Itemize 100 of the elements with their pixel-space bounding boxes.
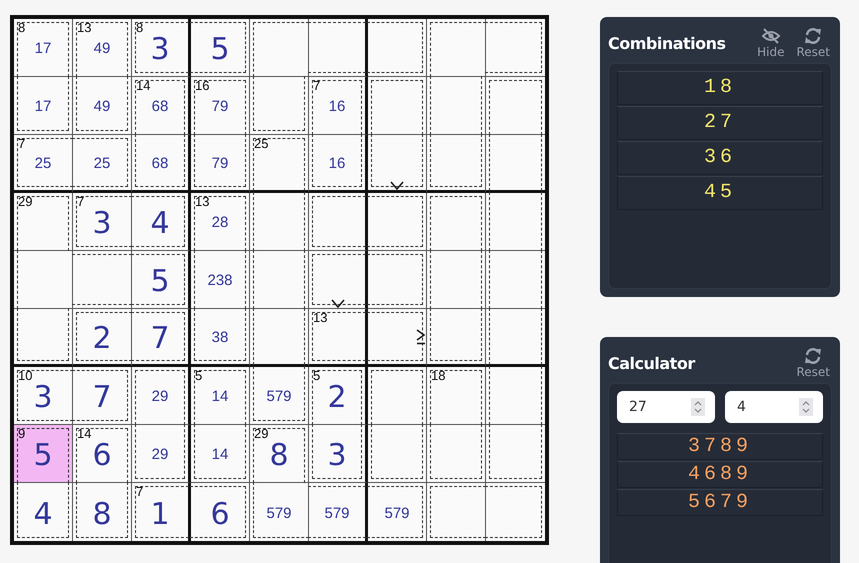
grid-cell[interactable]: 14 6 (73, 425, 132, 483)
grid-cell[interactable]: 3 (309, 425, 368, 483)
cell-value: 7 (92, 380, 112, 415)
grid-cell[interactable]: 16 (309, 135, 368, 193)
grid-cell[interactable] (368, 309, 427, 367)
grid-cell[interactable]: 25 (250, 135, 309, 193)
number-input[interactable]: 27 (617, 391, 715, 423)
grid-cell[interactable]: 10 3 (14, 367, 73, 425)
grid-cell[interactable]: 29 (132, 425, 191, 483)
cell-value: 2 (92, 321, 112, 356)
grid-cell[interactable]: 5 (191, 19, 250, 77)
cell-value: 2 (327, 380, 347, 415)
candidate-digits: 17 (34, 40, 52, 57)
cage-sum: 13 (313, 311, 328, 324)
grid-cell[interactable]: 29 (14, 193, 73, 251)
grid-cell[interactable]: 579 (250, 483, 309, 541)
grid-cell[interactable]: 29 (132, 367, 191, 425)
cell-value: 8 (92, 496, 112, 532)
grid-cell[interactable]: 7 (132, 309, 191, 367)
combination-row[interactable]: 36 (617, 141, 823, 175)
grid-cell[interactable]: 14 68 (132, 77, 191, 135)
grid-cell[interactable]: 14 (191, 425, 250, 483)
cage-sum: 5 (313, 369, 320, 382)
grid-cell[interactable] (427, 309, 486, 367)
candidate-digits: 25 (34, 155, 52, 172)
grid-cell[interactable]: 2 (73, 309, 132, 367)
grid-cell[interactable]: 7 1 (132, 483, 191, 541)
candidate-digits: 579 (384, 504, 410, 522)
hide-button[interactable]: Hide (755, 28, 786, 58)
grid-cell[interactable]: 5 2 (309, 367, 368, 425)
grid-cell[interactable] (14, 309, 73, 367)
cell-value: 5 (210, 32, 230, 67)
grid-cell[interactable]: 29 8 (250, 425, 309, 483)
grid-cell[interactable]: 13 28 (191, 193, 250, 251)
candidate-digits: 14 (212, 446, 228, 463)
result-row[interactable]: 4689 (617, 461, 823, 488)
grid-cell[interactable]: 579 (309, 483, 368, 541)
grid-cell[interactable]: 579 (250, 367, 309, 425)
grid-cell[interactable]: 8 (73, 483, 132, 541)
cage-sum: 10 (18, 369, 32, 382)
candidate-digits: 238 (207, 272, 233, 289)
greater-equal-icon (416, 329, 426, 345)
panel-title: Calculator (608, 354, 696, 372)
grid-cell[interactable] (14, 251, 73, 309)
grid-cell[interactable]: 7 25 (14, 135, 73, 193)
grid-cell[interactable] (427, 135, 486, 193)
candidate-digits: 79 (212, 155, 228, 172)
grid-cell[interactable]: 13 (309, 309, 368, 367)
grid-cell[interactable]: 25 (73, 135, 132, 193)
reset-button[interactable]: Reset (794, 28, 832, 58)
result-row[interactable]: 3789 (617, 433, 823, 460)
candidate-digits: 38 (212, 329, 228, 346)
cage-sum: 8 (18, 21, 26, 34)
cell-value: 5 (33, 438, 53, 473)
grid-cell[interactable]: 79 (191, 135, 250, 193)
cell-value: 7 (150, 321, 170, 356)
candidate-digits: 579 (324, 504, 350, 522)
cage-sum: 7 (77, 195, 84, 208)
combination-row[interactable]: 27 (617, 106, 823, 140)
grid-cell[interactable]: 38 (191, 309, 250, 367)
grid-cell[interactable]: 7 3 (73, 193, 132, 251)
candidate-digits: 29 (152, 446, 168, 463)
spinner-icon[interactable] (799, 398, 813, 416)
grid-cell[interactable]: 4 (14, 483, 73, 541)
candidate-digits: 17 (34, 98, 52, 115)
cage-sum: 29 (254, 427, 268, 440)
grid-cell[interactable] (368, 135, 427, 193)
candidate-digits: 49 (94, 98, 110, 115)
grid-cell[interactable]: 13 49 (73, 19, 132, 77)
cage-sum: 13 (77, 21, 92, 34)
refresh-icon (804, 28, 822, 44)
grid-cell[interactable]: 7 (73, 367, 132, 425)
panel-title: Combinations (608, 34, 727, 52)
cell-value: 8 (269, 438, 289, 473)
result-row[interactable]: 5679 (617, 489, 823, 516)
combination-row[interactable]: 18 (617, 71, 823, 105)
grid-cell[interactable]: 8 3 (132, 19, 191, 77)
combination-row[interactable]: 45 (617, 176, 823, 210)
cage-sum: 9 (18, 427, 26, 440)
grid-cell[interactable]: 49 (73, 77, 132, 135)
cage-sum: 14 (136, 79, 150, 92)
grid-cell[interactable]: 16 79 (191, 77, 250, 135)
reset-button[interactable]: Reset (794, 348, 832, 378)
grid-cell[interactable]: 238 (191, 251, 250, 309)
candidate-digits: 16 (328, 98, 346, 115)
cage-sum: 18 (431, 369, 446, 382)
grid-cell[interactable]: 579 (368, 483, 427, 541)
grid-cell[interactable]: 4 (132, 193, 191, 251)
grid-cell[interactable]: 68 (132, 135, 191, 193)
grid-cell[interactable]: 9 5 (14, 425, 73, 483)
number-input[interactable]: 4 (725, 391, 823, 423)
grid-cell[interactable]: 5 14 (191, 367, 250, 425)
grid-cell[interactable]: 6 (191, 483, 250, 541)
grid-cell[interactable]: 8 17 (14, 19, 73, 77)
grid-cell[interactable]: 5 (132, 251, 191, 309)
spinner-icon[interactable] (691, 398, 705, 416)
grid-cell[interactable]: 17 (14, 77, 73, 135)
grid-cell[interactable]: 18 (427, 367, 486, 425)
eye-slash-icon (760, 28, 781, 44)
grid-cell[interactable]: 7 16 (309, 77, 368, 135)
